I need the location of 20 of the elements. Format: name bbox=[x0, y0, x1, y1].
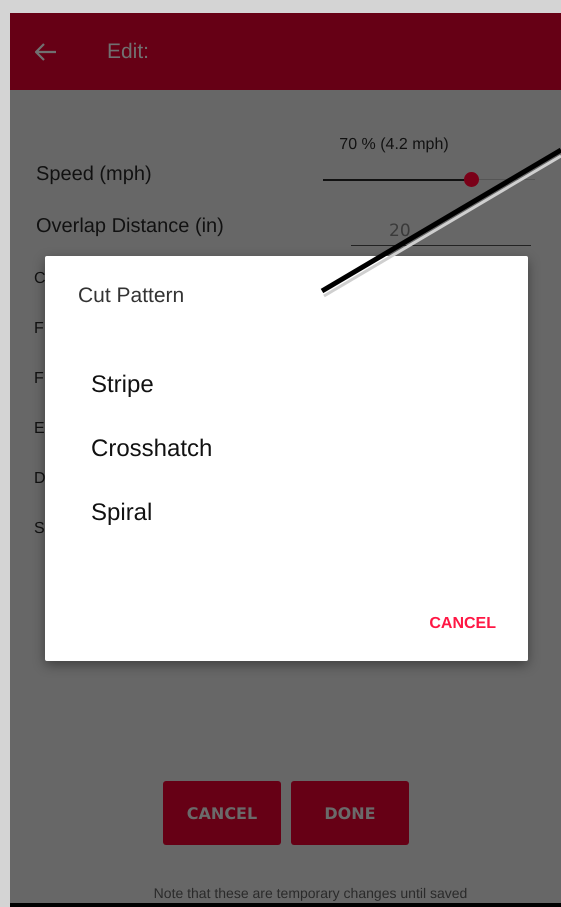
action-button[interactable]: DONE bbox=[291, 781, 409, 845]
cancel-button[interactable]: CANCEL bbox=[429, 611, 496, 637]
screen-title: Edit: bbox=[107, 40, 150, 64]
setting-label: C bbox=[34, 270, 46, 289]
setting-label: F bbox=[34, 370, 44, 389]
back-arrow-icon[interactable] bbox=[35, 42, 57, 60]
setting-label: S bbox=[34, 520, 45, 539]
setting-label: Speed (mph) bbox=[36, 163, 152, 187]
setting-label: F bbox=[34, 320, 44, 339]
setting-label: Overlap Distance (in) bbox=[36, 215, 224, 239]
action-button[interactable]: CANCEL bbox=[163, 781, 281, 845]
dialog-title: Cut Pattern bbox=[78, 284, 186, 308]
option-item[interactable]: Spiral bbox=[91, 496, 496, 530]
setting-label: E bbox=[34, 420, 45, 439]
option-item[interactable]: Crosshatch bbox=[91, 432, 496, 466]
note-text: Note that these are temporary changes until saved bbox=[152, 885, 468, 903]
slider-reading: 70 % (4.2 mph) bbox=[339, 136, 449, 154]
setting-label: D bbox=[34, 470, 46, 489]
speed-slider[interactable] bbox=[323, 172, 535, 187]
option-item[interactable]: Stripe bbox=[91, 368, 496, 402]
